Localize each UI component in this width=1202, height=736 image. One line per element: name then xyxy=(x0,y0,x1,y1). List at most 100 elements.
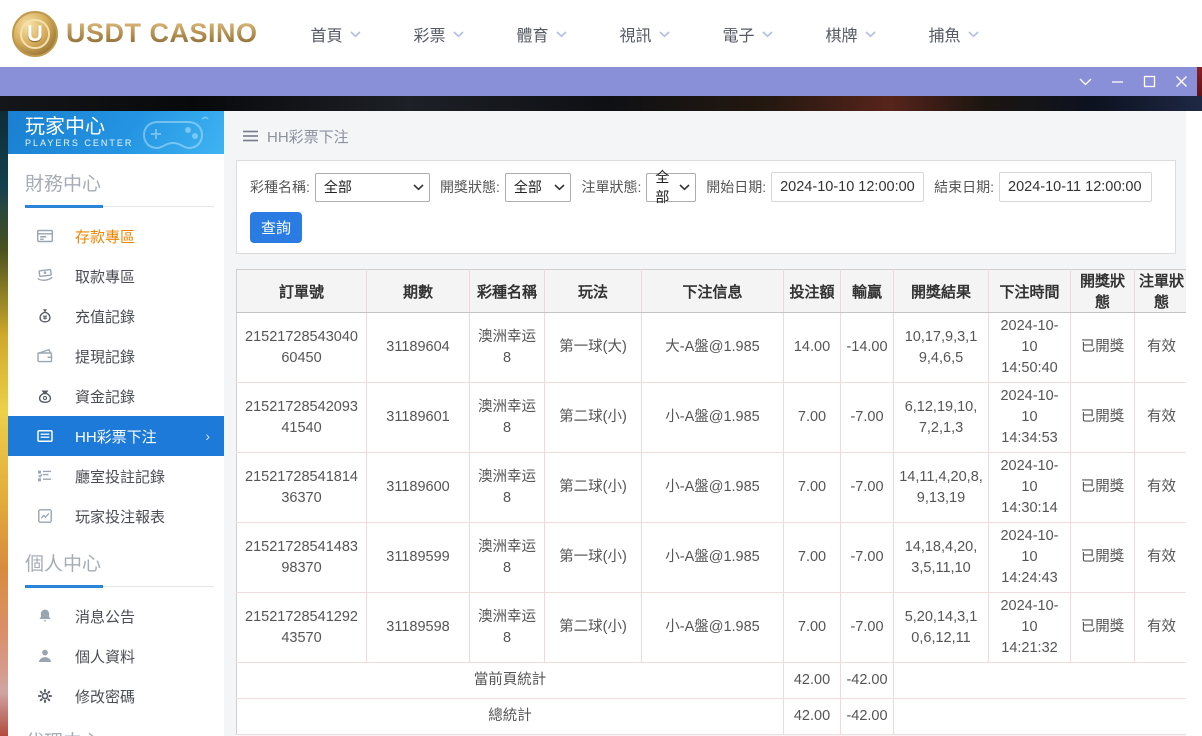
table-cell: 2152172854148398370 xyxy=(236,522,367,594)
window-edge-red-strip xyxy=(1197,67,1202,96)
table-cell: 小-A盤@1.985 xyxy=(641,522,784,594)
draw-status-select[interactable]: 全部 xyxy=(504,172,572,202)
summary-winloss-total: -42.00 xyxy=(840,698,894,736)
sidebar-item-profile[interactable]: 個人資料 xyxy=(8,636,224,676)
table-cell: 澳洲幸运8 xyxy=(469,592,545,664)
nav-item-lottery[interactable]: 彩票 xyxy=(387,22,490,46)
summary-winloss-total: -42.00 xyxy=(840,662,894,700)
nav-label: 視訊 xyxy=(619,27,652,45)
chevron-down-icon xyxy=(555,31,567,38)
nav-item-board-games[interactable]: 棋牌 xyxy=(799,22,902,46)
start-date-input[interactable] xyxy=(771,172,925,202)
window-maximize-icon[interactable] xyxy=(1142,75,1156,89)
table-body: 2152172854304060450 31189604 澳洲幸运8 第一球(大) 大-… xyxy=(236,312,1189,736)
sidebar-item-label: 存款專區 xyxy=(75,228,136,246)
start-date-label: 開始日期: xyxy=(706,179,767,195)
menu-hamburger-icon xyxy=(243,130,258,142)
draw-status-label: 開獎狀態: xyxy=(439,179,500,195)
table-cell: -14.00 xyxy=(840,312,894,384)
lottery-name-select[interactable]: 全部 xyxy=(314,172,430,202)
section-title-finance: 財務中心 xyxy=(25,174,102,195)
table-cell: 第二球(小) xyxy=(544,382,642,454)
withdraw-icon xyxy=(35,268,54,284)
funds-record-icon xyxy=(35,388,54,404)
table-row: 2152172854129243570 31189598 澳洲幸运8 第二球(小) 小-… xyxy=(236,592,1189,664)
profile-person-icon xyxy=(35,648,54,664)
nav-item-home[interactable]: 首頁 xyxy=(284,22,387,46)
nav-item-electronic[interactable]: 電子 xyxy=(696,22,799,46)
query-button[interactable]: 查詢 xyxy=(250,212,302,243)
table-cell: 有效 xyxy=(1134,592,1189,664)
window-titlebar xyxy=(0,67,1202,96)
nav-label: 彩票 xyxy=(413,27,446,45)
window-minimize-icon[interactable] xyxy=(1110,75,1124,89)
sidebar-item-recharge-record[interactable]: 充值記錄 xyxy=(8,296,224,336)
column-header: 訂單號 xyxy=(236,269,367,313)
sidebar-item-player-bet-report[interactable]: 玩家投注報表 xyxy=(8,496,224,536)
nav-label: 體育 xyxy=(516,27,549,45)
table-cell: -7.00 xyxy=(840,592,894,664)
order-status-select[interactable]: 全部 xyxy=(646,169,697,205)
nav-item-fishing[interactable]: 捕魚 xyxy=(902,22,1005,46)
sidebar-item-room-bet-record[interactable]: 廳室投註記錄 xyxy=(8,456,224,496)
sidebar-item-notices[interactable]: 消息公告 xyxy=(8,596,224,636)
sidebar-item-withdrawal-record[interactable]: 提現記錄 xyxy=(8,336,224,376)
nav-item-video[interactable]: 視訊 xyxy=(593,22,696,46)
brand-logo[interactable]: U USDT CASINO xyxy=(12,10,262,57)
gamepad-icon xyxy=(142,116,209,150)
sidebar: 玩家中心 PLAYERS CENTER 財務中心 存款專區 取款專區 充值記錄 … xyxy=(8,111,224,736)
chevron-down-icon xyxy=(967,31,979,38)
sidebar-item-label: 資金記錄 xyxy=(75,388,136,406)
table-cell: 10,17,9,3,19,4,6,5 xyxy=(893,312,989,384)
table-cell: 7.00 xyxy=(783,382,841,454)
table-cell: 已開獎 xyxy=(1070,452,1135,524)
table-cell: -7.00 xyxy=(840,522,894,594)
nav-label: 電子 xyxy=(722,27,755,45)
withdrawal-record-icon xyxy=(35,348,54,364)
sidebar-item-change-password[interactable]: 修改密碼 xyxy=(8,676,224,716)
select-chevron-icon xyxy=(413,183,424,190)
sidebar-item-label: 充值記錄 xyxy=(75,308,136,326)
table-cell: -7.00 xyxy=(840,452,894,524)
table-cell: 小-A盤@1.985 xyxy=(641,592,784,664)
summary-empty-cell xyxy=(893,698,1189,736)
top-navbar: U USDT CASINO 首頁 彩票 體育 視訊 電子 棋牌 捕魚 xyxy=(0,0,1202,67)
nav-label: 捕魚 xyxy=(928,27,961,45)
summary-bet-total: 42.00 xyxy=(783,662,841,700)
window-close-icon[interactable] xyxy=(1174,75,1188,89)
sidebar-item-deposit[interactable]: 存款專區 xyxy=(8,216,224,256)
sidebar-item-label: 修改密碼 xyxy=(75,688,136,706)
table-cell: 第二球(小) xyxy=(544,592,642,664)
table-cell: 31189601 xyxy=(366,382,470,454)
sidebar-item-funds-record[interactable]: 資金記錄 xyxy=(8,376,224,416)
room-bet-record-icon xyxy=(35,468,54,484)
table-row: 2152172854304060450 31189604 澳洲幸运8 第一球(大) 大-… xyxy=(236,312,1189,384)
table-cell: 2152172854129243570 xyxy=(236,592,367,664)
sidebar-item-label: 個人資料 xyxy=(75,648,136,666)
table-cell: 7.00 xyxy=(783,592,841,664)
table-cell: 14,11,4,20,8,9,13,19 xyxy=(893,452,989,524)
nav-item-sports[interactable]: 體育 xyxy=(490,22,593,46)
table-cell: 有效 xyxy=(1134,382,1189,454)
window-collapse-icon[interactable] xyxy=(1078,75,1092,89)
table-cell: 澳洲幸运8 xyxy=(469,452,545,524)
chevron-down-icon xyxy=(349,31,361,38)
deposit-icon xyxy=(35,228,54,244)
table-cell: 6,12,19,10,7,2,1,3 xyxy=(893,382,989,454)
chevron-right-icon: › xyxy=(205,428,210,444)
section-title-agent: 代理中心 xyxy=(25,727,224,736)
table-cell: 7.00 xyxy=(783,522,841,594)
table-cell: 2152172854304060450 xyxy=(236,312,367,384)
sidebar-item-label: 消息公告 xyxy=(75,608,136,626)
table-cell: 大-A盤@1.985 xyxy=(641,312,784,384)
column-header: 輸贏 xyxy=(840,269,894,313)
sidebar-item-withdraw[interactable]: 取款專區 xyxy=(8,256,224,296)
page-title: HH彩票下注 xyxy=(267,128,349,146)
order-status-label: 注單狀態: xyxy=(581,179,642,195)
column-header: 玩法 xyxy=(544,269,642,313)
brand-name: USDT CASINO xyxy=(66,18,258,48)
right-margin xyxy=(1186,111,1202,736)
sidebar-item-hh-lottery-bets[interactable]: HH彩票下注 › xyxy=(8,416,224,456)
end-date-input[interactable] xyxy=(999,172,1152,202)
column-header: 彩種名稱 xyxy=(469,269,545,313)
